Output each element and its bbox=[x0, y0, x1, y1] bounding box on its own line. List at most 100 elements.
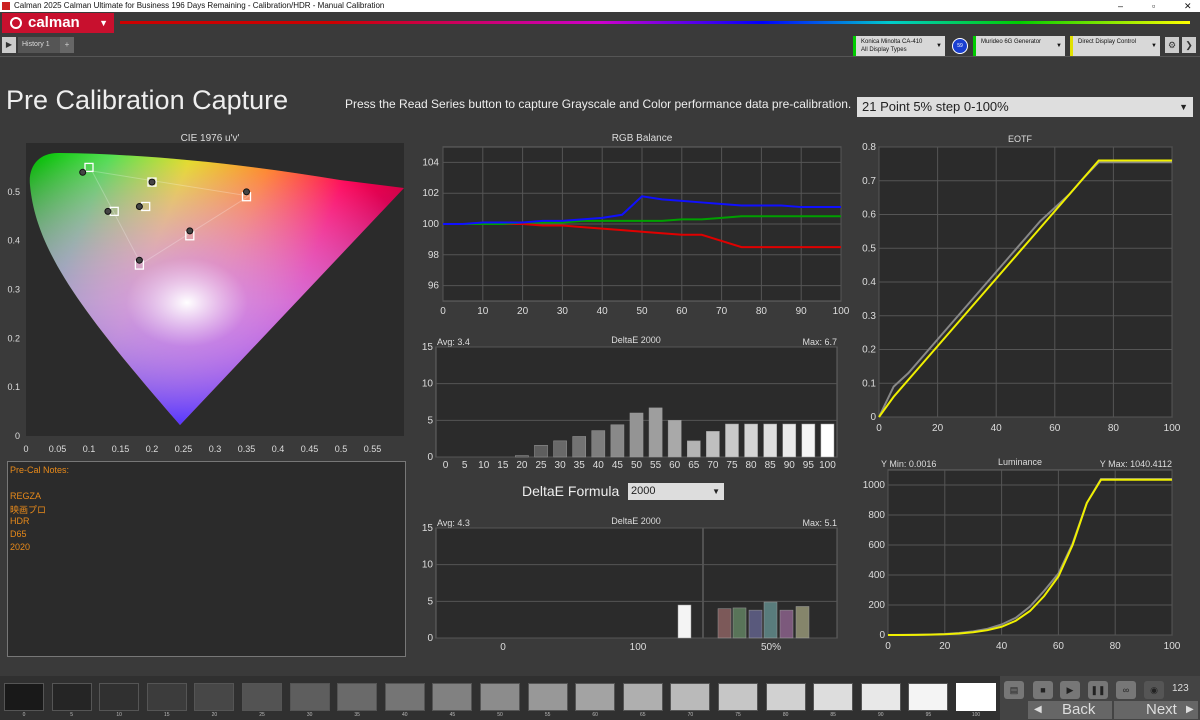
cie-x-tick-label: 0.05 bbox=[49, 444, 67, 454]
nav-arrow-icon[interactable]: ▶ bbox=[2, 37, 16, 53]
cie-x-tick-label: 0.25 bbox=[175, 444, 193, 454]
swatch-button[interactable] bbox=[718, 683, 758, 711]
cie-x-tick-label: 0.1 bbox=[83, 444, 96, 454]
swatch-button[interactable] bbox=[432, 683, 473, 711]
cie-measured-point bbox=[243, 188, 250, 196]
add-tab-icon[interactable]: + bbox=[60, 37, 74, 53]
pause-icon[interactable]: ❚❚ bbox=[1088, 681, 1108, 699]
deltae-gray-bar bbox=[820, 423, 835, 458]
deltae-gray-title: DeltaE 2000 bbox=[611, 335, 661, 345]
swatch-button[interactable] bbox=[99, 683, 140, 711]
luminance-x-tick-label: 0 bbox=[885, 641, 891, 652]
instruction-text: Press the Read Series button to capture … bbox=[345, 97, 852, 111]
swatch-button[interactable] bbox=[908, 683, 949, 711]
deltae-gray-x-label: 40 bbox=[593, 460, 605, 471]
next-button[interactable]: Next ▶ bbox=[1114, 701, 1198, 719]
deltae-gray-bar bbox=[706, 431, 720, 458]
deltae-gray-x-label: 50 bbox=[631, 460, 643, 471]
counter-badge: 123 bbox=[1172, 683, 1189, 694]
luminance-x-tick-label: 60 bbox=[1053, 641, 1065, 652]
deltae-gray-x-label: 60 bbox=[669, 460, 681, 471]
maximize-icon[interactable]: ▫ bbox=[1152, 0, 1155, 12]
generator-device-selector[interactable]: Murideo 6G Generator ▼ bbox=[973, 36, 1065, 56]
swatch-button[interactable] bbox=[527, 683, 568, 711]
rgb-y-tick-label: 104 bbox=[422, 157, 439, 168]
back-button[interactable]: ◀ Back bbox=[1028, 701, 1112, 719]
swatch-button[interactable] bbox=[813, 683, 854, 711]
swatch-label: 75 bbox=[735, 712, 741, 718]
swatch-button[interactable] bbox=[4, 683, 44, 711]
swatch-button[interactable] bbox=[860, 683, 901, 711]
deltae-gray-x-label: 30 bbox=[555, 460, 567, 471]
read-series-icon[interactable]: ▤ bbox=[1004, 681, 1024, 699]
swatch-button[interactable] bbox=[337, 683, 378, 711]
deltae-gray-x-label: 95 bbox=[803, 460, 815, 471]
swatch-button[interactable] bbox=[51, 683, 92, 711]
eotf-y-tick-label: 0.6 bbox=[862, 210, 876, 221]
chevron-down-icon: ▼ bbox=[99, 18, 108, 28]
swatch-button[interactable] bbox=[670, 683, 711, 711]
swatch-button[interactable] bbox=[384, 683, 425, 711]
next-label: Next bbox=[1146, 701, 1177, 718]
cie-x-tick-label: 0.55 bbox=[364, 444, 382, 454]
deltae-color-y-tick-label: 10 bbox=[422, 560, 434, 571]
menu-bar: calman ▼ bbox=[0, 12, 1200, 34]
deltae-formula-label: DeltaE Formula bbox=[522, 483, 620, 499]
swatch-label: 55 bbox=[544, 712, 551, 718]
swatch-label: 50 bbox=[497, 712, 503, 718]
eotf-y-tick-label: 0.1 bbox=[862, 378, 876, 389]
deltae-gray-x-label: 20 bbox=[516, 460, 528, 471]
notes-line: REGZA bbox=[10, 491, 42, 501]
deltae-color-y-tick-label: 15 bbox=[422, 523, 434, 534]
deltae-gray-bar bbox=[782, 423, 797, 458]
deltae-gray-x-label: 25 bbox=[535, 460, 547, 471]
play-icon[interactable]: ▶ bbox=[1060, 681, 1080, 699]
display-device-selector[interactable]: Direct Display Control ▼ bbox=[1070, 36, 1160, 56]
calman-logo-menu[interactable]: calman ▼ bbox=[2, 13, 114, 33]
deltae-gray-x-label: 80 bbox=[746, 460, 758, 471]
swatch-label: 100 bbox=[971, 712, 981, 718]
close-icon[interactable]: ✕ bbox=[1184, 0, 1192, 12]
cie-measured-point bbox=[148, 178, 156, 186]
swatch-button[interactable] bbox=[765, 683, 806, 711]
chevron-down-icon: ▼ bbox=[936, 43, 942, 49]
swatch-button[interactable] bbox=[956, 683, 996, 711]
meter-badge[interactable]: 59 bbox=[952, 38, 968, 54]
swatch-button[interactable] bbox=[242, 683, 282, 711]
tab-history-1[interactable]: History 1 bbox=[18, 37, 62, 53]
target-icon[interactable]: ◉ bbox=[1144, 681, 1164, 699]
swatch-label: 70 bbox=[687, 712, 694, 718]
luminance-x-tick-label: 20 bbox=[939, 641, 951, 652]
deltae-color-x-label: 0 bbox=[500, 642, 506, 653]
calman-logo-icon bbox=[10, 17, 22, 29]
rgb-y-tick-label: 96 bbox=[428, 281, 440, 292]
loop-icon[interactable]: ∞ bbox=[1116, 681, 1136, 699]
meter-device-selector[interactable]: Konica Minolta CA-410 All Display Types … bbox=[853, 36, 945, 56]
minimize-icon[interactable]: – bbox=[1118, 0, 1123, 12]
deltae-formula-dropdown[interactable]: 2000 ▼ bbox=[628, 483, 724, 500]
deltae-color-x-label: 50% bbox=[761, 642, 781, 653]
swatch-label: 15 bbox=[164, 712, 170, 718]
stop-icon[interactable]: ■ bbox=[1033, 681, 1053, 699]
next-arrow-icon: ▶ bbox=[1186, 704, 1194, 715]
notes-line: HDR bbox=[10, 516, 30, 526]
swatch-button[interactable] bbox=[480, 683, 520, 711]
page-title: Pre Calibration Capture bbox=[6, 85, 289, 115]
deltae-gray-bar bbox=[553, 440, 567, 458]
deltae-gray-chart: DeltaE 2000 Avg: 3.4 Max: 6.7 051015 051… bbox=[422, 335, 838, 471]
cie-y-tick-label: 0.5 bbox=[7, 187, 20, 197]
series-dropdown[interactable]: 21 Point 5% step 0-100% ▼ bbox=[857, 97, 1193, 117]
swatch-button[interactable] bbox=[575, 683, 616, 711]
deltae-gray-bar bbox=[686, 440, 701, 458]
luminance-ymin: Y Min: 0.0016 bbox=[881, 459, 936, 469]
luminance-x-tick-label: 40 bbox=[996, 641, 1008, 652]
swatch-button[interactable] bbox=[194, 683, 235, 711]
app-icon bbox=[2, 2, 10, 10]
swatch-button[interactable] bbox=[146, 683, 187, 711]
settings-gear-icon[interactable]: ⚙ bbox=[1165, 37, 1179, 53]
swatch-label: 60 bbox=[592, 712, 598, 718]
collapse-arrow-icon[interactable]: ❯ bbox=[1182, 37, 1196, 53]
swatch-button[interactable] bbox=[289, 683, 330, 711]
swatch-button[interactable] bbox=[622, 683, 663, 711]
pre-cal-notes-panel[interactable]: Pre-Cal Notes: REGZA 映画プロ HDR D65 2020 bbox=[7, 461, 406, 657]
